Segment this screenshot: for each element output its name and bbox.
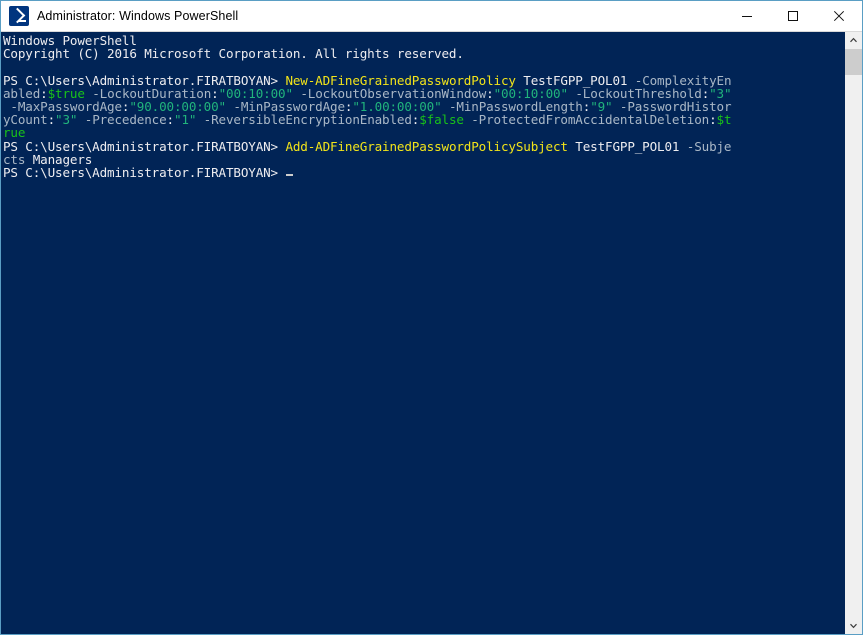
scrollbar-up-button[interactable] xyxy=(845,32,862,49)
minimize-icon xyxy=(742,16,752,17)
scrollbar-down-button[interactable] xyxy=(845,617,862,634)
console-area: Windows PowerShell Copyright (C) 2016 Mic… xyxy=(1,32,862,634)
chevron-down-icon xyxy=(850,623,857,629)
console-banner-line: Copyright (C) 2016 Microsoft Corporation… xyxy=(3,46,464,62)
close-icon xyxy=(833,10,845,22)
maximize-icon xyxy=(788,11,798,21)
console-active-prompt-line: PS C:\Users\Administrator.FIRATBOYAN> xyxy=(3,166,844,179)
console-command-line: PS C:\Users\Administrator.FIRATBOYAN> Ad… xyxy=(3,138,732,154)
powershell-window: Administrator: Windows PowerShell Window… xyxy=(0,0,863,635)
console-text-buffer: Windows PowerShell Copyright (C) 2016 Mic… xyxy=(3,34,844,179)
powershell-icon-underbar xyxy=(18,20,26,22)
console-wrapped-line: yCount:"3" -Precedence:"1" -ReversibleEn… xyxy=(3,112,732,128)
chevron-up-icon xyxy=(850,37,857,43)
powershell-icon xyxy=(9,6,29,26)
console-output[interactable]: Windows PowerShell Copyright (C) 2016 Mic… xyxy=(1,32,844,634)
console-scrollbar[interactable] xyxy=(844,32,862,634)
minimize-button[interactable] xyxy=(724,1,770,31)
window-controls xyxy=(724,1,862,31)
maximize-button[interactable] xyxy=(770,1,816,31)
title-bar[interactable]: Administrator: Windows PowerShell xyxy=(1,1,862,32)
scrollbar-track[interactable] xyxy=(845,49,862,617)
scrollbar-thumb[interactable] xyxy=(845,49,862,75)
close-button[interactable] xyxy=(816,1,862,31)
window-title: Administrator: Windows PowerShell xyxy=(37,9,239,23)
console-prompt: PS C:\Users\Administrator.FIRATBOYAN> xyxy=(3,164,286,180)
console-cursor xyxy=(286,173,294,176)
